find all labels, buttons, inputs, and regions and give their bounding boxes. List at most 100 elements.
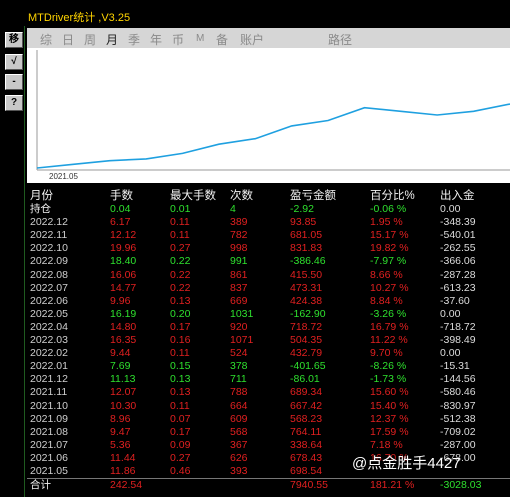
cell-max: 0.16 [170, 334, 191, 347]
cell-pct: 15.17 % [370, 229, 409, 242]
chart-x-tick: 2021.05 [49, 172, 78, 181]
cell-pct: 17.59 % [370, 425, 409, 438]
cell-count: 837 [230, 281, 248, 294]
cell-pct: 1.95 % [370, 216, 403, 229]
col-percent: 百分比% [370, 190, 415, 202]
table-row: 2022.07 14.77 0.22 837 473.31 10.27 % -613.23 [27, 282, 510, 295]
tab-year[interactable]: 年 [150, 31, 162, 48]
cell-pct: 16.79 % [370, 320, 409, 333]
stats-panel: 综 日 周 月 季 年 币 M 备 账户 路径 2021.05 月份 手数 最大… [27, 26, 510, 497]
cell-pnl: 831.83 [290, 242, 323, 255]
table-row: 2022.12 6.17 0.11 389 93.85 1.95 % -348.39 [27, 216, 510, 229]
cell-pct: 8.84 % [370, 294, 403, 307]
tab-week[interactable]: 周 [84, 31, 96, 48]
cell-lots: 9.44 [110, 347, 131, 360]
cell-month: 2021.09 [30, 412, 68, 425]
monthly-table: 月份 手数 最大手数 次数 盈亏金额 百分比% 出入金 持仓 0.04 0.01… [27, 190, 510, 492]
table-row: 2021.10 10.30 0.11 664 667.42 15.40 % -830.97 [27, 400, 510, 413]
cell-flow: -287.00 [440, 438, 476, 451]
tab-summary[interactable]: 综 [40, 31, 52, 48]
cell-month: 2022.02 [30, 347, 68, 360]
tab-month[interactable]: 月 [106, 31, 118, 48]
cell-flow: -398.49 [440, 334, 476, 347]
cell-pct: 7.18 % [370, 438, 403, 451]
cell-flow: -512.38 [440, 412, 476, 425]
cell-pct: -8.26 % [370, 360, 407, 373]
cell-pct: 12.37 % [370, 412, 409, 425]
table-row: 2022.10 19.96 0.27 998 831.83 19.82 % -262.55 [27, 242, 510, 255]
cell-month: 2022.05 [30, 307, 68, 320]
cell-max: 0.27 [170, 242, 191, 255]
equity-line [36, 103, 510, 169]
tab-m[interactable]: M [196, 33, 204, 44]
tab-quarter[interactable]: 季 [128, 31, 140, 48]
cell-pnl: -386.46 [290, 255, 326, 268]
holding-label: 持仓 [30, 203, 51, 216]
cell-max: 0.17 [170, 425, 191, 438]
cell-lots: 14.80 [110, 320, 137, 333]
cell-lots: 6.17 [110, 216, 131, 229]
cell-count: 664 [230, 399, 248, 412]
cell-lots: 9.47 [110, 425, 131, 438]
cell-max: 0.22 [170, 268, 191, 281]
cell-lots: 18.40 [110, 255, 137, 268]
cell-month: 2022.04 [30, 320, 68, 333]
cell-pnl: 568.23 [290, 412, 323, 425]
cell-count: 782 [230, 229, 248, 242]
cell-lots: 14.77 [110, 281, 137, 294]
tab-day[interactable]: 日 [62, 31, 74, 48]
cell-max: 0.09 [170, 438, 191, 451]
cell-pct: 11.22 % [370, 334, 408, 347]
check-button[interactable]: √ [5, 54, 23, 70]
cell-lots: 9.96 [110, 294, 131, 307]
cell-pnl: -86.01 [290, 373, 320, 386]
cell-pnl: 93.85 [290, 216, 317, 229]
minimize-button[interactable]: - [5, 74, 23, 90]
tab-backup[interactable]: 备 [216, 31, 228, 48]
table-row: 2021.09 8.96 0.07 609 568.23 12.37 % -512.38 [27, 413, 510, 426]
cell-max: 0.11 [170, 216, 190, 229]
cell-lots: 11.44 [110, 451, 136, 464]
cell-month: 2021.11 [30, 386, 68, 399]
cell-max: 0.22 [170, 255, 191, 268]
col-max-lots: 最大手数 [170, 190, 216, 202]
table-row: 2021.07 5.36 0.09 367 338.64 7.18 % -287.00 [27, 439, 510, 452]
help-button[interactable]: ? [5, 95, 23, 111]
cell-month: 2022.07 [30, 281, 68, 294]
cell-flow: -718.72 [440, 320, 476, 333]
cell-lots: 8.96 [110, 412, 131, 425]
cell-flow: -709.02 [440, 425, 476, 438]
holding-pct: -0.06 % [370, 203, 407, 216]
table-row: 2022.02 9.44 0.11 524 432.79 9.70 % 0.00 [27, 347, 510, 360]
tab-account[interactable]: 账户 [240, 31, 264, 48]
cell-count: 393 [230, 464, 248, 477]
cell-pnl: 424.38 [290, 294, 323, 307]
cell-pnl: 473.31 [290, 281, 323, 294]
cell-max: 0.13 [170, 373, 191, 386]
cell-month: 2022.11 [30, 229, 68, 242]
title-bar: MTDriver统计 ,V3.25 [0, 0, 510, 26]
cell-count: 378 [230, 360, 248, 373]
table-row: 2021.11 12.07 0.13 788 689.34 15.60 % -580.46 [27, 386, 510, 399]
move-button[interactable]: 移 [5, 32, 23, 48]
cell-flow: -830.97 [440, 399, 476, 412]
cell-month: 2021.07 [30, 438, 68, 451]
cell-lots: 16.19 [110, 307, 137, 320]
cell-pnl: 504.35 [290, 334, 323, 347]
tab-currency[interactable]: 币 [172, 31, 184, 48]
cell-count: 367 [230, 438, 248, 451]
tab-path[interactable]: 路径 [328, 31, 352, 48]
cell-flow: -37.60 [440, 294, 470, 307]
cell-pnl: 667.42 [290, 399, 323, 412]
cell-flow: -366.06 [440, 255, 476, 268]
cell-flow: -287.28 [440, 268, 476, 281]
cell-month: 2022.08 [30, 268, 68, 281]
cell-month: 2022.01 [30, 360, 68, 373]
cell-count: 609 [230, 412, 248, 425]
cell-flow: -540.01 [440, 229, 476, 242]
cell-count: 524 [230, 347, 248, 360]
total-lots: 242.54 [110, 479, 143, 492]
cell-pct: 8.66 % [370, 268, 403, 281]
cell-month: 2022.03 [30, 334, 68, 347]
cell-pnl: 338.64 [290, 438, 323, 451]
